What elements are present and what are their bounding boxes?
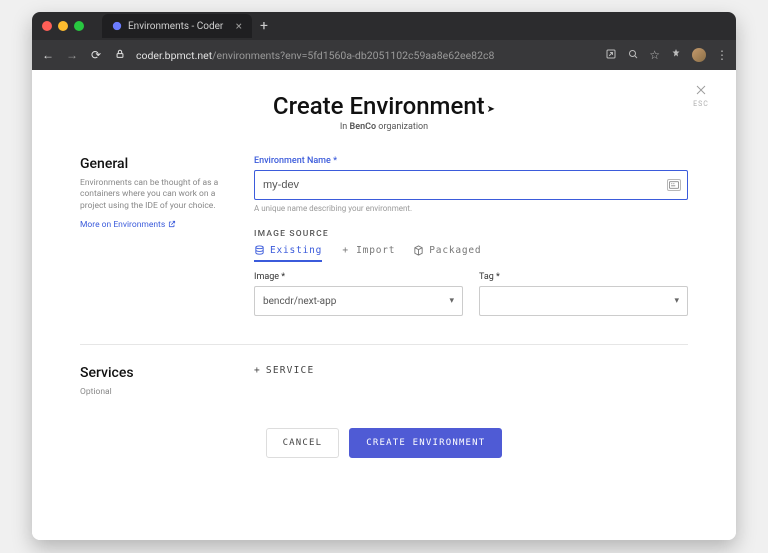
title-bar: Environments - Coder × + [32,12,736,40]
env-name-label: Environment Name * [254,156,688,166]
nav-back-icon[interactable]: ← [40,48,56,62]
plus-icon: + [254,365,261,376]
more-environments-link[interactable]: More on Environments [80,220,176,231]
image-select[interactable]: bencdr/next-app ▾ [254,286,463,316]
window-close-button[interactable] [42,21,52,31]
modal-subtitle: In BenCo organization [32,122,736,132]
image-source-label: IMAGE SOURCE [254,229,688,239]
address-bar: ← → ⟳ coder.bpmct.net/environments?env=5… [32,40,736,70]
nav-forward-icon[interactable]: → [64,48,80,62]
modal-close-button[interactable]: ESC [688,82,714,108]
plus-icon: + [340,245,351,256]
form-main: Environment Name * A unique name describ… [254,156,688,316]
profile-avatar-icon[interactable] [692,48,706,62]
database-icon [254,245,265,256]
env-name-input-wrap[interactable] [254,170,688,200]
env-name-helper: A unique name describing your environmen… [254,204,688,213]
modal-title: Create Environment➤ [32,92,736,120]
services-heading: Services [80,365,230,381]
page-content: ESC Create Environment➤ In BenCo organiz… [32,70,736,540]
cursor-icon: ➤ [487,104,495,115]
browser-tab[interactable]: Environments - Coder × [102,14,252,38]
url-text[interactable]: coder.bpmct.net/environments?env=5fd1560… [136,49,597,62]
image-select-value: bencdr/next-app [263,296,336,307]
footer-actions: CANCEL CREATE ENVIRONMENT [32,428,736,478]
chevron-down-icon: ▾ [449,296,454,306]
extensions-icon[interactable] [670,48,682,63]
general-sidebar: General Environments can be thought of a… [80,156,230,316]
tag-select[interactable]: ▾ [479,286,688,316]
cancel-button[interactable]: CANCEL [266,428,340,458]
tab-close-icon[interactable]: × [236,19,242,33]
window-maximize-button[interactable] [74,21,84,31]
search-icon[interactable] [627,48,639,63]
image-source-tabs: Existing + Import Packaged [254,245,688,262]
image-select-label: Image * [254,272,463,282]
tab-title: Environments - Coder [128,21,223,32]
browser-window: Environments - Coder × + ← → ⟳ coder.bpm… [32,12,736,540]
menu-icon[interactable]: ⋮ [716,48,728,62]
new-tab-button[interactable]: + [260,18,268,34]
input-autofill-icon[interactable] [667,179,681,191]
services-subheading: Optional [80,387,230,398]
general-description: Environments can be thought of as a cont… [80,178,230,212]
modal-header: Create Environment➤ In BenCo organizatio… [32,92,736,132]
tab-existing[interactable]: Existing [254,245,322,262]
lock-icon [112,48,128,62]
tab-packaged[interactable]: Packaged [413,245,481,262]
tag-select-label: Tag * [479,272,688,282]
add-service-button[interactable]: + SERVICE [254,365,688,376]
traffic-lights [42,21,84,31]
window-minimize-button[interactable] [58,21,68,31]
create-environment-button[interactable]: CREATE ENVIRONMENT [349,428,502,458]
nav-reload-icon[interactable]: ⟳ [88,48,104,62]
general-heading: General [80,156,230,172]
services-sidebar: Services Optional [80,365,230,398]
tab-favicon-icon [112,21,122,31]
package-icon [413,245,424,256]
share-icon[interactable] [605,48,617,63]
esc-label: ESC [693,100,709,108]
addr-right-icons: ☆ ⋮ [605,48,728,63]
external-link-icon [168,220,176,231]
env-name-input[interactable] [263,179,679,191]
tab-import[interactable]: + Import [340,245,395,262]
chevron-down-icon: ▾ [674,296,679,306]
star-icon[interactable]: ☆ [649,48,660,62]
